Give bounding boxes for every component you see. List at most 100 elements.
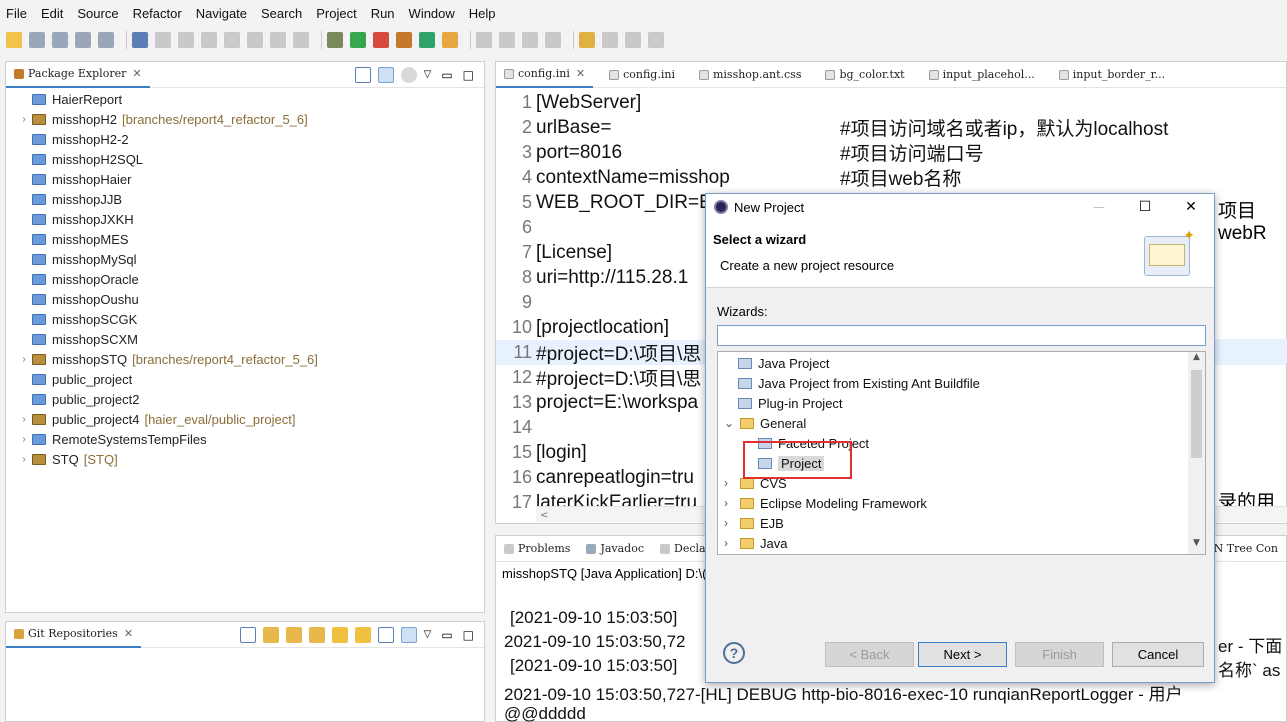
close-icon[interactable]: ✕ bbox=[124, 627, 133, 640]
undo-icon[interactable] bbox=[178, 32, 194, 48]
scroll-up-icon[interactable]: ▲ bbox=[1188, 352, 1205, 368]
forward-nav-icon[interactable] bbox=[602, 32, 618, 48]
collapse-all-icon[interactable] bbox=[354, 66, 371, 83]
minimize-icon[interactable]: — bbox=[1076, 200, 1122, 214]
tree-item[interactable]: misshopH2SQL bbox=[16, 149, 484, 169]
next-button[interactable]: Next > bbox=[918, 642, 1007, 667]
back-icon[interactable] bbox=[579, 32, 595, 48]
skip-breakpoints-icon[interactable] bbox=[155, 32, 171, 48]
chevron-right-icon[interactable]: › bbox=[16, 414, 32, 425]
open-task-icon[interactable] bbox=[396, 32, 412, 48]
chevron-down-icon[interactable]: ⌄ bbox=[724, 416, 740, 430]
toggle-view-icon[interactable] bbox=[400, 626, 417, 643]
suspend-icon[interactable] bbox=[270, 32, 286, 48]
open-resource-icon[interactable] bbox=[442, 32, 458, 48]
next-annotation-icon[interactable] bbox=[522, 32, 538, 48]
save-all-icon[interactable] bbox=[52, 32, 68, 48]
chevron-right-icon[interactable]: › bbox=[16, 454, 32, 465]
wizard-item[interactable]: Java Project bbox=[718, 353, 1205, 373]
tree-item[interactable]: public_project2 bbox=[16, 389, 484, 409]
pin-icon[interactable] bbox=[499, 32, 515, 48]
menu-edit[interactable]: Edit bbox=[41, 6, 63, 21]
link-with-selection-icon[interactable] bbox=[354, 626, 371, 643]
wizard-item[interactable]: › Java bbox=[718, 533, 1205, 553]
maximize-icon[interactable]: ☐ bbox=[1122, 199, 1168, 215]
close-icon[interactable]: ✕ bbox=[576, 67, 585, 80]
tree-item[interactable]: misshopSCXM bbox=[16, 329, 484, 349]
terminate-icon[interactable] bbox=[293, 32, 309, 48]
wizard-filter-input[interactable] bbox=[717, 325, 1206, 346]
wizard-tree-scrollbar[interactable]: ▲ ▼ bbox=[1188, 352, 1205, 554]
menu-search[interactable]: Search bbox=[261, 6, 302, 21]
debug-icon[interactable] bbox=[327, 32, 343, 48]
search-icon[interactable] bbox=[132, 32, 148, 48]
link-with-editor-icon[interactable] bbox=[377, 66, 394, 83]
maximize-icon[interactable]: □ bbox=[463, 68, 474, 82]
tree-item[interactable]: misshopHaier bbox=[16, 169, 484, 189]
tree-item[interactable]: public_project bbox=[16, 369, 484, 389]
view-menu-icon[interactable]: ▽ bbox=[424, 69, 432, 80]
new-icon[interactable] bbox=[6, 32, 22, 48]
menu-run[interactable]: Run bbox=[371, 6, 395, 21]
perspective-icon[interactable] bbox=[648, 32, 664, 48]
tree-item[interactable]: misshopMySql bbox=[16, 249, 484, 269]
scroll-left-icon[interactable]: < bbox=[540, 510, 548, 521]
menu-source[interactable]: Source bbox=[77, 6, 118, 21]
minimize-icon[interactable]: ▭ bbox=[441, 68, 452, 82]
collapse-all-icon[interactable] bbox=[239, 626, 256, 643]
tree-item[interactable]: › RemoteSystemsTempFiles bbox=[16, 429, 484, 449]
tree-item[interactable]: › misshopSTQ [branches/report4_refactor_5_… bbox=[16, 349, 484, 369]
chevron-right-icon[interactable]: › bbox=[724, 476, 740, 490]
create-repository-icon[interactable] bbox=[308, 626, 325, 643]
menu-navigate[interactable]: Navigate bbox=[196, 6, 247, 21]
forward-icon[interactable] bbox=[224, 32, 240, 48]
editor-tab[interactable]: config.ini bbox=[601, 62, 683, 88]
tree-item[interactable]: misshopJJB bbox=[16, 189, 484, 209]
chevron-right-icon[interactable]: › bbox=[724, 516, 740, 530]
resume-icon[interactable] bbox=[247, 32, 263, 48]
close-icon[interactable]: ✕ bbox=[1168, 199, 1214, 215]
menu-help[interactable]: Help bbox=[469, 6, 496, 21]
editor-tab[interactable]: config.ini ✕ bbox=[496, 62, 594, 88]
editor-tab[interactable]: input_placehol... bbox=[921, 62, 1043, 88]
print-icon[interactable] bbox=[75, 32, 91, 48]
editor-tab[interactable]: bg_color.txt bbox=[817, 62, 912, 88]
last-edit-icon[interactable] bbox=[625, 32, 641, 48]
tab-javadoc[interactable]: Javadoc bbox=[578, 536, 652, 562]
editor-tab[interactable]: misshop.ant.css bbox=[691, 62, 810, 88]
menu-project[interactable]: Project bbox=[316, 6, 356, 21]
tree-item[interactable]: › public_project4 [haier_eval/public_proje… bbox=[16, 409, 484, 429]
minimize-icon[interactable]: ▭ bbox=[441, 628, 452, 642]
clone-repository-icon[interactable] bbox=[285, 626, 302, 643]
run-external-icon[interactable] bbox=[373, 32, 389, 48]
maximize-icon[interactable]: □ bbox=[463, 628, 474, 642]
prev-annotation-icon[interactable] bbox=[545, 32, 561, 48]
refresh-icon[interactable] bbox=[331, 626, 348, 643]
close-icon[interactable]: ✕ bbox=[132, 67, 141, 80]
tree-item[interactable]: › misshopH2 [branches/report4_refactor_5_6… bbox=[16, 109, 484, 129]
scrollbar-thumb[interactable] bbox=[1191, 370, 1202, 458]
view-menu-icon[interactable]: ▽ bbox=[424, 629, 432, 640]
tree-item[interactable]: misshopOushu bbox=[16, 289, 484, 309]
scroll-down-icon[interactable]: ▼ bbox=[1188, 538, 1205, 554]
help-button[interactable]: ? bbox=[723, 642, 745, 664]
tree-item[interactable]: misshopH2-2 bbox=[16, 129, 484, 149]
tree-item[interactable]: misshopJXKH bbox=[16, 209, 484, 229]
hierarchy-icon[interactable] bbox=[377, 626, 394, 643]
wizard-item[interactable]: Plug-in Project bbox=[718, 393, 1205, 413]
run-icon[interactable] bbox=[350, 32, 366, 48]
tab-git-repositories[interactable]: Git Repositories ✕ bbox=[6, 622, 142, 648]
menu-file[interactable]: File bbox=[6, 6, 27, 21]
chevron-right-icon[interactable]: › bbox=[16, 354, 32, 365]
tree-item[interactable]: misshopMES bbox=[16, 229, 484, 249]
tree-item[interactable]: misshopSCGK bbox=[16, 309, 484, 329]
wizard-item[interactable]: Java Project from Existing Ant Buildfile bbox=[718, 373, 1205, 393]
wizard-item[interactable]: › EJB bbox=[718, 513, 1205, 533]
wizard-item[interactable]: › Eclipse Modeling Framework bbox=[718, 493, 1205, 513]
editor-tab[interactable]: input_border_r... bbox=[1051, 62, 1173, 88]
open-type-icon[interactable] bbox=[98, 32, 114, 48]
redo-icon[interactable] bbox=[201, 32, 217, 48]
filters-icon[interactable] bbox=[400, 66, 417, 83]
chevron-right-icon[interactable]: › bbox=[16, 114, 32, 125]
new-class-icon[interactable] bbox=[419, 32, 435, 48]
